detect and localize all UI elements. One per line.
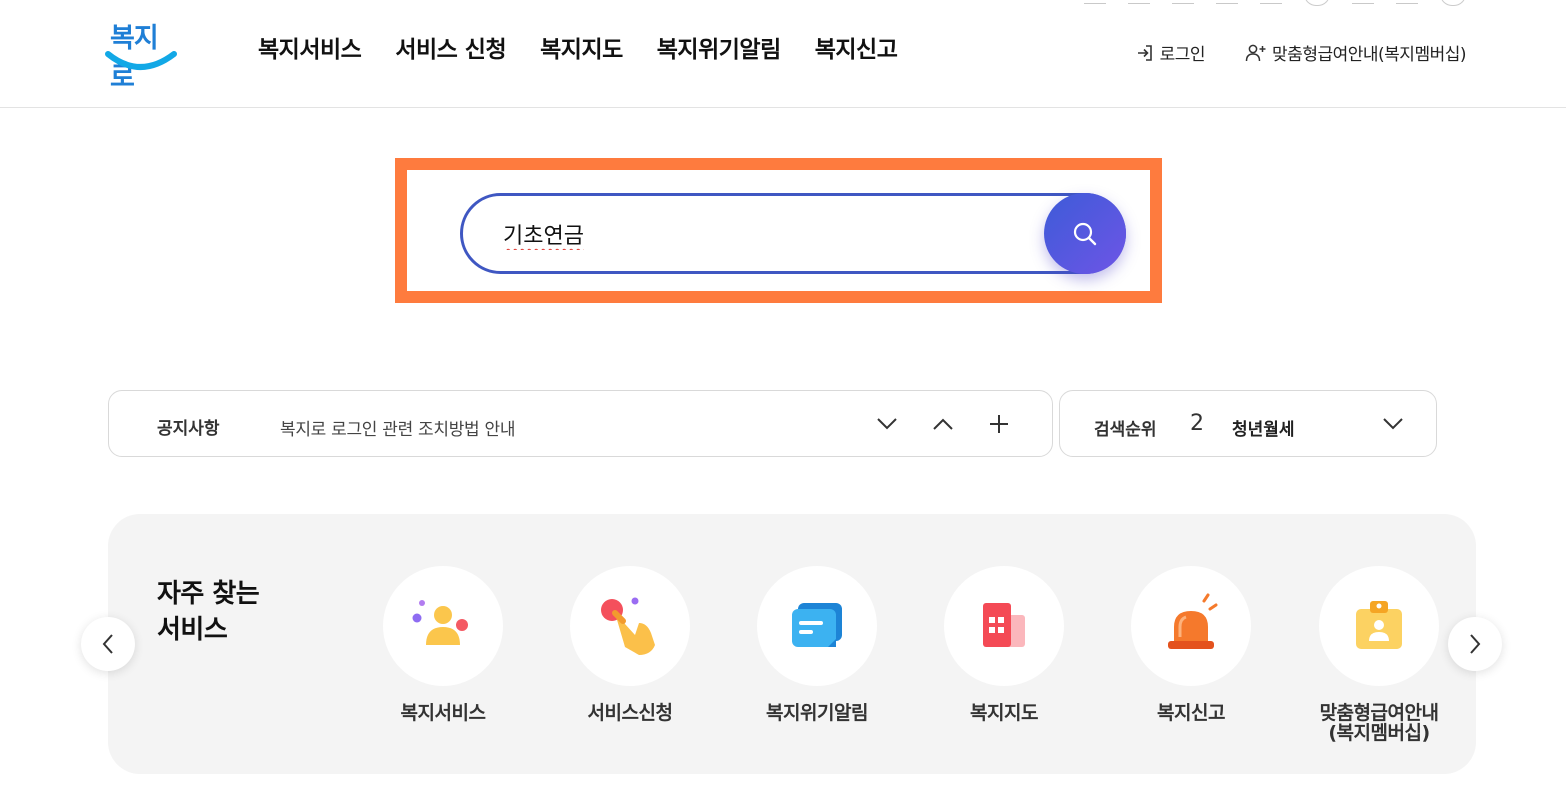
service-welfare-map[interactable]: 복지지도 bbox=[924, 566, 1084, 723]
membership-label: 맞춤형급여안내(복지멤버십) bbox=[1272, 45, 1466, 65]
search-highlight-frame bbox=[395, 158, 1162, 303]
login-link[interactable]: 로그인 bbox=[1135, 40, 1206, 65]
rank-label: 검색순위 bbox=[1094, 420, 1157, 440]
notice-next-button[interactable] bbox=[872, 409, 902, 439]
plus-icon bbox=[990, 415, 1008, 433]
site-header: 복지로 복지서비스 서비스 신청 복지지도 복지위기알림 복지신고 로그인 맞춤… bbox=[0, 0, 1566, 108]
login-label: 로그인 bbox=[1159, 45, 1206, 65]
building-icon bbox=[983, 603, 1025, 647]
search-box bbox=[460, 193, 1126, 274]
carousel-next-button[interactable] bbox=[1448, 617, 1502, 671]
main-nav: 복지서비스 서비스 신청 복지지도 복지위기알림 복지신고 bbox=[258, 30, 898, 64]
notice-text[interactable]: 복지로 로그인 관련 조치방법 안내 bbox=[280, 415, 515, 440]
notice-prev-button[interactable] bbox=[928, 409, 958, 439]
notice-more-button[interactable] bbox=[984, 409, 1014, 439]
service-welfare[interactable]: 복지서비스 bbox=[363, 566, 523, 723]
siren-icon bbox=[1168, 593, 1218, 649]
chevron-left-icon bbox=[102, 634, 113, 654]
membership-link[interactable]: 맞춤형급여안내(복지멤버십) bbox=[1245, 40, 1466, 65]
login-icon bbox=[1137, 44, 1152, 61]
add-user-icon bbox=[1245, 44, 1266, 61]
nav-welfare-map[interactable]: 복지지도 bbox=[540, 30, 623, 64]
search-rank-bar: 검색순위 2 청년월세 bbox=[1059, 390, 1437, 457]
nav-welfare-service[interactable]: 복지서비스 bbox=[258, 30, 362, 64]
service-welfare-report[interactable]: 복지신고 bbox=[1111, 566, 1271, 723]
search-button[interactable] bbox=[1044, 193, 1126, 274]
service-apply[interactable]: 서비스신청 bbox=[550, 566, 710, 723]
frequent-services-title: 자주 찾는 서비스 bbox=[157, 579, 260, 645]
search-input[interactable] bbox=[503, 216, 1023, 252]
carousel-prev-button[interactable] bbox=[81, 617, 135, 671]
chevron-up-icon bbox=[933, 418, 953, 430]
rank-keyword[interactable]: 청년월세 bbox=[1232, 415, 1295, 440]
chevron-down-icon bbox=[877, 418, 897, 430]
rank-number: 2 bbox=[1190, 411, 1204, 436]
search-icon bbox=[1073, 222, 1097, 245]
notice-bar: 공지사항 복지로 로그인 관련 조치방법 안내 bbox=[108, 390, 1053, 457]
chevron-right-icon bbox=[1470, 634, 1481, 654]
notice-label: 공지사항 bbox=[157, 419, 220, 439]
id-badge-icon bbox=[1356, 601, 1402, 649]
service-crisis-alert[interactable]: 복지위기알림 bbox=[737, 566, 897, 723]
nav-service-apply[interactable]: 서비스 신청 bbox=[395, 30, 506, 64]
logo-smile-icon bbox=[105, 51, 177, 70]
header-utility: 로그인 맞춤형급여안내(복지멤버십) bbox=[1135, 40, 1466, 65]
service-membership[interactable]: 맞춤형급여안내 (복지멤버십) bbox=[1299, 566, 1459, 743]
message-icon bbox=[792, 603, 842, 647]
nav-welfare-report[interactable]: 복지신고 bbox=[815, 30, 898, 64]
logo[interactable]: 복지로 bbox=[104, 14, 178, 93]
top-utility-bar bbox=[1084, 0, 1466, 6]
chevron-down-icon bbox=[1383, 418, 1403, 430]
rank-expand-button[interactable] bbox=[1378, 409, 1408, 439]
hand-tap-icon bbox=[601, 597, 655, 655]
people-icon bbox=[412, 600, 468, 645]
nav-crisis-alert[interactable]: 복지위기알림 bbox=[657, 30, 781, 64]
frequent-services-panel: 자주 찾는 서비스 복지서비스 서비스신청 복지위기알림 복지지도 복지신고 맞… bbox=[108, 514, 1476, 774]
